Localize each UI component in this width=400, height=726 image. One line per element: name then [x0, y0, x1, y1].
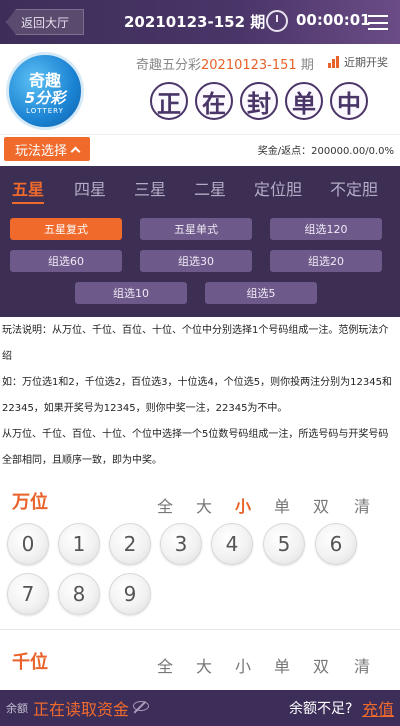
- play-option-button[interactable]: 组选60: [10, 250, 122, 272]
- tab-category[interactable]: 不定胆: [330, 176, 378, 200]
- recent-draws-link[interactable]: 近期开奖: [328, 54, 388, 70]
- desc-line-3: 从万位、千位、百位、十位、个位中选择一个5位数号码组成一注，所选号码与开奖号码全…: [2, 429, 389, 466]
- quick-filter-button[interactable]: 单: [274, 653, 290, 677]
- tab-category[interactable]: 定位胆: [254, 176, 302, 200]
- number-ball[interactable]: 6: [315, 523, 357, 565]
- play-option-button[interactable]: 组选10: [75, 282, 187, 304]
- quick-filter-button[interactable]: 大: [196, 653, 212, 677]
- bar-chart-icon: [328, 56, 340, 68]
- prize-rebate: 奖金/返点：200000.00/0.0%: [257, 146, 394, 157]
- quick-filter-button[interactable]: 小: [235, 653, 251, 677]
- previous-issue: 奇趣五分彩20210123-151 期: [136, 58, 314, 73]
- status-char: 中: [330, 82, 368, 120]
- digit-section-title: 千位: [12, 652, 48, 673]
- current-issue: 20210123-152 期: [124, 13, 266, 31]
- number-ball[interactable]: 7: [7, 573, 49, 615]
- play-option-button[interactable]: 组选120: [270, 218, 382, 240]
- chevron-up-icon: [70, 146, 81, 156]
- balance-status: 正在读取资金: [33, 700, 130, 719]
- draw-status: 正在封单中: [150, 82, 368, 120]
- status-char: 单: [285, 82, 323, 120]
- quick-filter-button[interactable]: 清: [354, 493, 370, 517]
- footer-bar: 余额 正在读取资金 余额不足? 充值: [0, 690, 400, 726]
- eye-off-icon[interactable]: [133, 701, 149, 711]
- number-ball[interactable]: 5: [263, 523, 305, 565]
- menu-icon[interactable]: [368, 15, 388, 30]
- back-to-lobby-button[interactable]: 返回大厅: [6, 9, 84, 35]
- quick-filter-button[interactable]: 单: [274, 493, 290, 517]
- quick-filter-button[interactable]: 全: [157, 653, 173, 677]
- top-bar: 返回大厅 20210123-152 期 00:00:01: [0, 0, 400, 44]
- tab-category[interactable]: 三星: [134, 176, 166, 200]
- tab-category[interactable]: 五星: [12, 176, 45, 204]
- lottery-logo: 奇趣 5分彩 LOTTERY: [6, 52, 84, 130]
- section-divider: [0, 629, 400, 630]
- quick-filter-button[interactable]: 小: [235, 493, 251, 517]
- play-description: 玩法说明：从万位、千位、百位、十位、个位中分别选择1个号码组成一注。范例玩法介绍…: [0, 318, 400, 474]
- play-select-button[interactable]: 玩法选择: [4, 137, 90, 161]
- digit-section-title: 万位: [12, 492, 48, 513]
- number-ball[interactable]: 2: [109, 523, 151, 565]
- category-tabs: 五星 四星 三星 二星 定位胆 不定胆: [0, 176, 400, 206]
- quick-filter-button[interactable]: 清: [354, 653, 370, 677]
- number-ball[interactable]: 1: [58, 523, 100, 565]
- desc-line-1: 玩法说明：从万位、千位、百位、十位、个位中分别选择1个号码组成一注。范例玩法介绍: [2, 325, 389, 362]
- play-row: 玩法选择 奖金/返点：200000.00/0.0%: [0, 134, 400, 166]
- recharge-link[interactable]: 充值: [362, 696, 394, 720]
- number-ball[interactable]: 8: [58, 573, 100, 615]
- play-option-button[interactable]: 组选30: [140, 250, 252, 272]
- desc-line-2: 如：万位选1和2，千位选2，百位选3，十位选4，个位选5，则你投两注分别为123…: [2, 377, 392, 414]
- status-char: 正: [150, 82, 188, 120]
- quick-filter-button[interactable]: 全: [157, 493, 173, 517]
- insufficient-balance-text: 余额不足?: [289, 701, 353, 717]
- countdown-timer: 00:00:01: [296, 11, 371, 29]
- tab-category[interactable]: 四星: [74, 176, 106, 200]
- play-panel: 五星 四星 三星 二星 定位胆 不定胆 五星复式 五星单式 组选120 组选60 组选30 组选20…: [0, 166, 400, 317]
- number-ball[interactable]: 4: [211, 523, 253, 565]
- play-option-button[interactable]: 组选20: [270, 250, 382, 272]
- lottery-header: 奇趣 5分彩 LOTTERY 奇趣五分彩20210123-151 期 近期开奖 …: [0, 44, 400, 134]
- number-ball[interactable]: 3: [160, 523, 202, 565]
- status-char: 在: [195, 82, 233, 120]
- play-option-button[interactable]: 五星单式: [140, 218, 252, 240]
- play-option-button[interactable]: 组选5: [205, 282, 317, 304]
- play-option-button[interactable]: 五星复式: [10, 218, 122, 240]
- number-ball[interactable]: 0: [7, 523, 49, 565]
- quick-filter-button[interactable]: 大: [196, 493, 212, 517]
- status-char: 封: [240, 82, 278, 120]
- quick-filter-button[interactable]: 双: [313, 493, 329, 517]
- quick-filter-button[interactable]: 双: [313, 653, 329, 677]
- balance-label: 余额: [6, 702, 28, 715]
- tab-category[interactable]: 二星: [194, 176, 226, 200]
- clock-icon: [266, 10, 288, 32]
- number-ball[interactable]: 9: [109, 573, 151, 615]
